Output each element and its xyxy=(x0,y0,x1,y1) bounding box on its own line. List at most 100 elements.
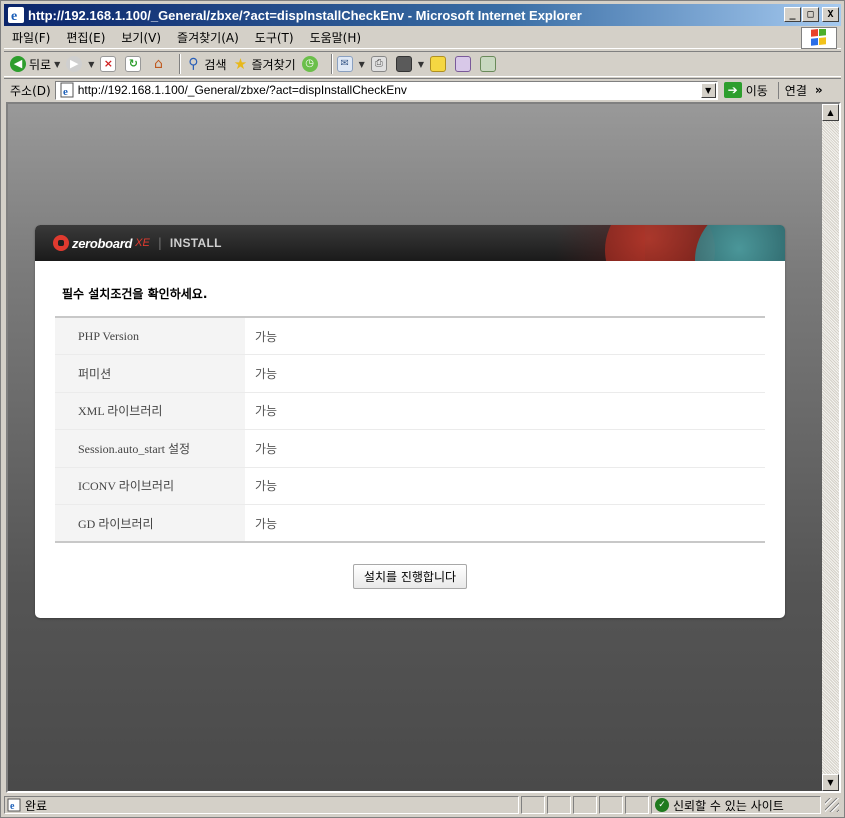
requirement-name: GD 라이브러리 xyxy=(55,504,245,542)
links-button[interactable]: 연결 » xyxy=(777,81,823,99)
brand-divider: | xyxy=(157,236,162,250)
search-icon: ⚲ xyxy=(188,56,199,72)
page-viewport: zeroboard XE | INSTALL 필수 설치조건을 확인하세요. P… xyxy=(6,102,841,793)
requirement-status: 가능 xyxy=(245,429,765,467)
table-row: Session.auto_start 설정 가능 xyxy=(55,429,765,467)
chevron-down-icon[interactable]: ▼ xyxy=(700,82,716,98)
vertical-scrollbar[interactable]: ▲ ▼ xyxy=(822,104,839,791)
status-bar: e 완료 ✓ 신뢰할 수 있는 사이트 xyxy=(4,795,841,815)
back-label: 뒤로 xyxy=(29,57,52,72)
back-button[interactable]: ◀ 뒤로 ▼ xyxy=(10,56,60,73)
table-row: PHP Version 가능 xyxy=(55,317,765,355)
zeroboard-logo: zeroboard XE | INSTALL xyxy=(53,235,222,251)
menu-help[interactable]: 도움말(H) xyxy=(302,29,370,46)
research-button[interactable] xyxy=(479,56,499,72)
back-arrow-icon: ◀ xyxy=(10,56,26,72)
chevron-down-icon: ▼ xyxy=(54,59,61,69)
chevron-down-icon: ▼ xyxy=(358,59,365,69)
print-icon: ⎙ xyxy=(370,56,387,72)
status-panel xyxy=(521,796,545,814)
maximize-button[interactable]: □ xyxy=(802,7,819,22)
window-title: http://192.168.1.100/_General/zbxe/?act=… xyxy=(28,7,582,23)
close-button[interactable]: X xyxy=(822,7,839,22)
mail-icon: ✉ xyxy=(336,56,353,72)
address-input[interactable]: e http://192.168.1.100/_General/zbxe/?ac… xyxy=(54,80,718,100)
note-icon xyxy=(429,56,446,72)
brand-suffix: XE xyxy=(135,237,150,249)
zone-label: 신뢰할 수 있는 사이트 xyxy=(673,798,784,813)
go-arrow-icon: ➔ xyxy=(723,82,742,98)
page-heading: 필수 설치조건을 확인하세요. xyxy=(62,287,208,301)
history-button[interactable]: ◷ xyxy=(301,56,321,72)
requirement-status: 가능 xyxy=(245,466,765,505)
table-row: XML 라이브러리 가능 xyxy=(55,391,765,430)
requirement-name: 퍼미션 xyxy=(55,354,245,392)
minimize-button[interactable]: _ xyxy=(784,7,801,22)
mail-button[interactable]: ✉ ▼ xyxy=(336,56,365,72)
links-label: 연결 xyxy=(784,83,807,98)
address-bar: 주소(D) e http://192.168.1.100/_General/zb… xyxy=(4,78,841,101)
go-label: 이동 xyxy=(745,83,768,98)
toolbar-separator xyxy=(330,54,333,74)
install-card: zeroboard XE | INSTALL 필수 설치조건을 확인하세요. P… xyxy=(35,225,785,618)
browser-window: e http://192.168.1.100/_General/zbxe/?ac… xyxy=(0,0,845,818)
print-button[interactable]: ⎙ xyxy=(370,56,390,72)
requirement-name: XML 라이브러리 xyxy=(55,391,245,430)
check-icon: ✓ xyxy=(655,798,669,812)
requirement-name: Session.auto_start 설정 xyxy=(55,429,245,467)
menu-file[interactable]: 파일(F) xyxy=(4,29,58,46)
security-zone[interactable]: ✓ 신뢰할 수 있는 사이트 xyxy=(651,796,821,814)
scroll-down-button[interactable]: ▼ xyxy=(822,774,839,791)
status-panel xyxy=(625,796,649,814)
proceed-install-button[interactable]: 설치를 진행합니다 xyxy=(352,564,468,589)
page-content: zeroboard XE | INSTALL 필수 설치조건을 확인하세요. P… xyxy=(8,104,822,791)
windows-flag-icon xyxy=(801,27,837,49)
star-icon: ★ xyxy=(233,55,248,73)
messenger-icon xyxy=(454,56,471,72)
requirement-name: PHP Version xyxy=(55,317,245,355)
status-panel xyxy=(573,796,597,814)
header-decoration xyxy=(695,225,785,261)
favorites-button[interactable]: ★ 즐겨찾기 xyxy=(233,56,296,73)
menu-view[interactable]: 보기(V) xyxy=(113,29,169,46)
status-panel xyxy=(547,796,571,814)
refresh-button[interactable]: ↻ xyxy=(125,56,144,72)
stop-button[interactable]: × xyxy=(100,56,119,72)
requirement-status: 가능 xyxy=(245,504,765,542)
status-text: 완료 xyxy=(25,798,48,813)
menu-edit[interactable]: 편집(E) xyxy=(58,29,113,46)
menu-tools[interactable]: 도구(T) xyxy=(247,29,302,46)
requirements-table: PHP Version 가능 퍼미션 가능 XML 라이브러리 가능 Sessi… xyxy=(55,316,765,543)
ie-logo-icon: e xyxy=(8,7,24,23)
table-row: 퍼미션 가능 xyxy=(55,354,765,392)
page-icon: e xyxy=(7,798,21,812)
discuss-button[interactable] xyxy=(429,56,449,72)
requirement-name: ICONV 라이브러리 xyxy=(55,466,245,505)
edit-button[interactable]: ▼ xyxy=(395,56,424,72)
go-button[interactable]: ➔ 이동 xyxy=(723,82,768,99)
search-label: 검색 xyxy=(204,57,227,72)
scroll-up-button[interactable]: ▲ xyxy=(822,104,839,121)
stop-icon: × xyxy=(100,56,117,72)
history-icon: ◷ xyxy=(301,56,318,72)
home-button[interactable]: ⌂ xyxy=(150,56,169,72)
forward-arrow-icon: ▶ xyxy=(66,56,83,72)
section-title: INSTALL xyxy=(169,236,222,250)
menu-favorites[interactable]: 즐겨찾기(A) xyxy=(169,29,247,46)
messenger-button[interactable] xyxy=(454,56,474,72)
status-panel xyxy=(599,796,623,814)
install-header: zeroboard XE | INSTALL xyxy=(35,225,785,261)
favorites-label: 즐겨찾기 xyxy=(251,57,296,72)
page-icon: e xyxy=(60,82,74,98)
brand-name: zeroboard xyxy=(72,235,133,251)
requirement-status: 가능 xyxy=(245,391,765,430)
edit-page-icon xyxy=(395,56,412,72)
requirement-status: 가능 xyxy=(255,329,278,344)
menu-bar: 파일(F) 편집(E) 보기(V) 즐겨찾기(A) 도구(T) 도움말(H) xyxy=(4,27,841,49)
title-bar[interactable]: e http://192.168.1.100/_General/zbxe/?ac… xyxy=(4,4,841,26)
resize-grip-icon[interactable] xyxy=(825,798,839,812)
forward-button[interactable]: ▶ ▼ xyxy=(66,56,94,72)
search-button[interactable]: ⚲ 검색 xyxy=(185,56,226,73)
toolbar-separator xyxy=(179,54,182,74)
research-icon xyxy=(479,56,496,72)
